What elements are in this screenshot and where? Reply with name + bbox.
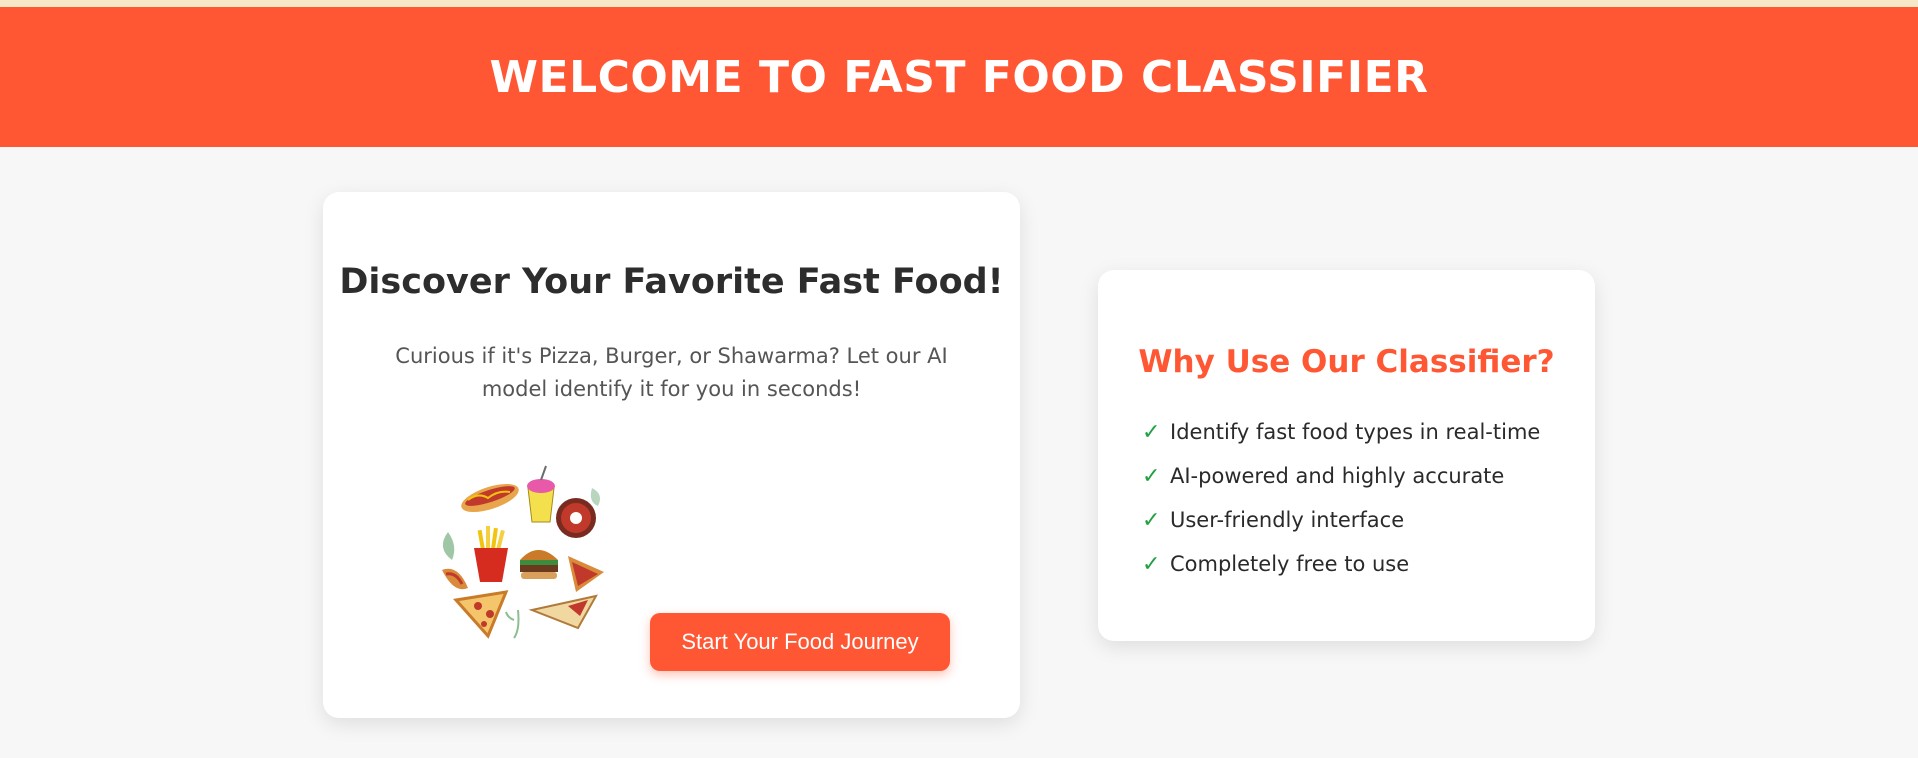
list-item: ✓ AI-powered and highly accurate bbox=[1142, 454, 1540, 498]
feature-text: AI-powered and highly accurate bbox=[1170, 464, 1505, 488]
list-item: ✓ Completely free to use bbox=[1142, 542, 1540, 586]
features-title: Why Use Our Classifier? bbox=[1138, 344, 1555, 380]
check-icon: ✓ bbox=[1142, 419, 1161, 445]
top-strip bbox=[0, 0, 1918, 7]
hero-title: Discover Your Favorite Fast Food! bbox=[339, 262, 1004, 302]
fast-food-illustration bbox=[432, 464, 608, 640]
feature-text: Completely free to use bbox=[1170, 552, 1410, 576]
feature-text: User-friendly interface bbox=[1170, 508, 1405, 532]
features-list: ✓ Identify fast food types in real-time … bbox=[1142, 410, 1540, 586]
list-item: ✓ User-friendly interface bbox=[1142, 498, 1540, 542]
check-icon: ✓ bbox=[1142, 463, 1161, 489]
hero-description: Curious if it's Pizza, Burger, or Shawar… bbox=[395, 344, 948, 401]
donut-icon bbox=[556, 498, 596, 538]
features-card: Why Use Our Classifier? ✓ Identify fast … bbox=[1098, 270, 1595, 641]
hero-card: Discover Your Favorite Fast Food! Curiou… bbox=[323, 192, 1020, 718]
list-item: ✓ Identify fast food types in real-time bbox=[1142, 410, 1540, 454]
check-icon: ✓ bbox=[1142, 551, 1161, 577]
start-journey-button[interactable]: Start Your Food Journey bbox=[650, 613, 950, 671]
check-icon: ✓ bbox=[1142, 507, 1161, 533]
page-header: WELCOME TO FAST FOOD CLASSIFIER bbox=[0, 7, 1918, 147]
page-title: WELCOME TO FAST FOOD CLASSIFIER bbox=[489, 51, 1429, 103]
feature-text: Identify fast food types in real-time bbox=[1170, 420, 1541, 444]
